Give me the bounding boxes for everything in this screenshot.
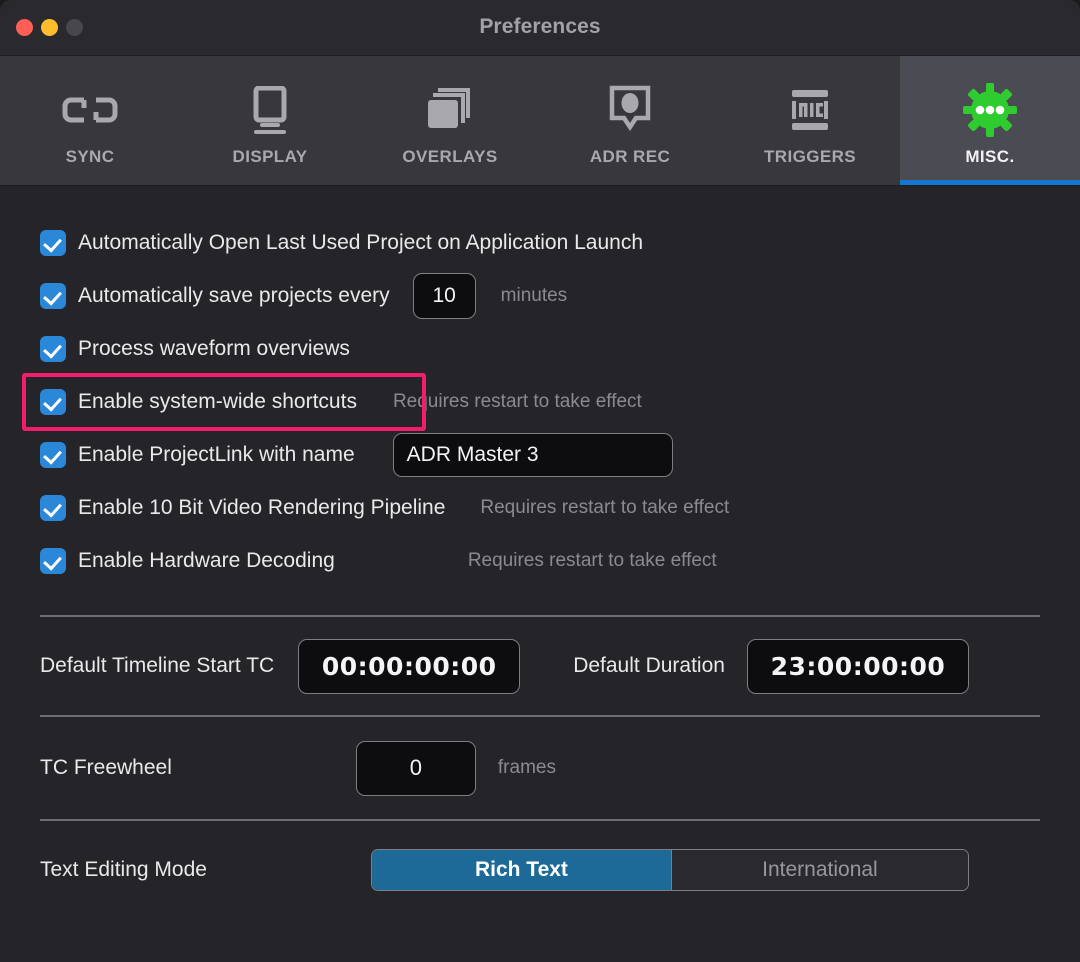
tc-freewheel-label: TC Freewheel [40,756,172,779]
option-row-hardware-decoding[interactable]: Enable Hardware Decoding Requires restar… [40,534,1040,587]
tab-misc-label: MISC. [965,146,1015,166]
autosave-interval-input[interactable]: 10 [412,272,476,319]
tab-display-label: DISPLAY [232,146,308,166]
tab-misc[interactable]: MISC. [900,56,1080,185]
text-editing-mode-segmented-control[interactable]: Rich Text International [370,849,969,891]
sync-link-icon [62,81,118,139]
checkbox-wrap[interactable] [40,547,78,574]
checkbox-hardware-decoding[interactable] [40,547,66,574]
restart-required-hint: Requires restart to take effect [467,549,717,571]
checkbox-option-list: Automatically Open Last Used Project on … [22,186,1040,587]
checkbox-autosave[interactable] [40,282,66,309]
option-label: Enable ProjectLink with name [78,442,355,466]
gear-dots-icon [962,81,1018,139]
tab-triggers[interactable]: TRIGGERS [720,56,900,185]
checkbox-wrap[interactable] [40,229,78,256]
checkbox-10bit-pipeline[interactable] [40,494,66,521]
option-label: Enable system-wide shortcuts [78,389,357,413]
projectlink-name-input[interactable]: ADR Master 3 [392,432,673,477]
window-titlebar: Preferences [0,0,1080,56]
checkbox-wrap[interactable] [40,335,78,362]
option-row-waveform-overviews[interactable]: Process waveform overviews [40,322,1040,375]
option-row-10bit-pipeline[interactable]: Enable 10 Bit Video Rendering Pipeline R… [40,481,1040,534]
autosave-unit-label: minutes [500,284,568,306]
option-row-auto-open-last-project[interactable]: Automatically Open Last Used Project on … [40,216,1040,269]
preferences-toolbar: SYNC DISPLAY OVERLAYS ADR REC TRIGGERS M… [0,56,1080,186]
midi-icon [784,81,836,139]
option-label: Automatically Open Last Used Project on … [78,230,644,254]
tab-sync[interactable]: SYNC [0,56,180,185]
restart-required-hint: Requires restart to take effect [480,496,730,518]
option-label: Enable Hardware Decoding [78,548,335,572]
default-start-tc-label: Default Timeline Start TC [40,654,275,677]
record-bubble-icon [604,81,656,139]
monitor-icon [244,81,296,139]
text-editing-mode-label: Text Editing Mode [40,858,207,881]
misc-settings-panel: Automatically Open Last Used Project on … [0,186,1080,962]
tab-display[interactable]: DISPLAY [180,56,360,185]
option-label: Process waveform overviews [78,336,350,360]
checkbox-system-wide-shortcuts[interactable] [40,388,66,415]
tab-adr-rec-label: ADR REC [589,146,671,166]
checkbox-wrap[interactable] [40,494,78,521]
checkbox-waveform-overviews[interactable] [40,335,66,362]
default-duration-input[interactable]: 23:00:00:00 [746,638,969,694]
page-title: Preferences [479,15,601,38]
tab-triggers-label: TRIGGERS [764,146,856,166]
option-label: Automatically save projects every [78,283,390,307]
checkbox-projectlink[interactable] [40,441,66,468]
segment-international[interactable]: International [671,850,968,890]
tab-overlays[interactable]: OVERLAYS [360,56,540,185]
text-editing-mode-row: Text Editing Mode Rich Text Internationa… [40,821,1040,919]
tc-freewheel-input[interactable]: 0 [355,740,476,796]
option-row-system-wide-shortcuts[interactable]: Enable system-wide shortcuts Requires re… [22,373,1040,431]
checkbox-wrap[interactable] [40,441,78,468]
tab-overlays-label: OVERLAYS [402,146,498,166]
timecode-defaults-row: Default Timeline Start TC 00:00:00:00 De… [40,617,1040,715]
tc-freewheel-row: TC Freewheel 0 frames [40,717,1040,819]
segment-rich-text[interactable]: Rich Text [371,850,672,890]
default-start-tc-input[interactable]: 00:00:00:00 [298,638,521,694]
tab-sync-label: SYNC [65,146,115,166]
option-row-autosave[interactable]: Automatically save projects every 10 min… [40,269,1040,322]
restart-required-hint: Requires restart to take effect [392,390,642,412]
default-duration-label: Default Duration [573,654,725,677]
layers-icon [424,81,476,139]
tc-freewheel-unit-label: frames [497,757,556,778]
option-label: Enable 10 Bit Video Rendering Pipeline [78,495,446,519]
checkbox-wrap[interactable] [40,282,78,309]
preferences-window: Preferences SYNC DISPLAY OVERLAYS ADR RE… [0,0,1080,962]
checkbox-auto-open-last-project[interactable] [40,229,66,256]
option-row-projectlink[interactable]: Enable ProjectLink with name ADR Master … [40,428,1040,481]
checkbox-wrap[interactable] [40,388,78,415]
tab-adr-rec[interactable]: ADR REC [540,56,720,185]
